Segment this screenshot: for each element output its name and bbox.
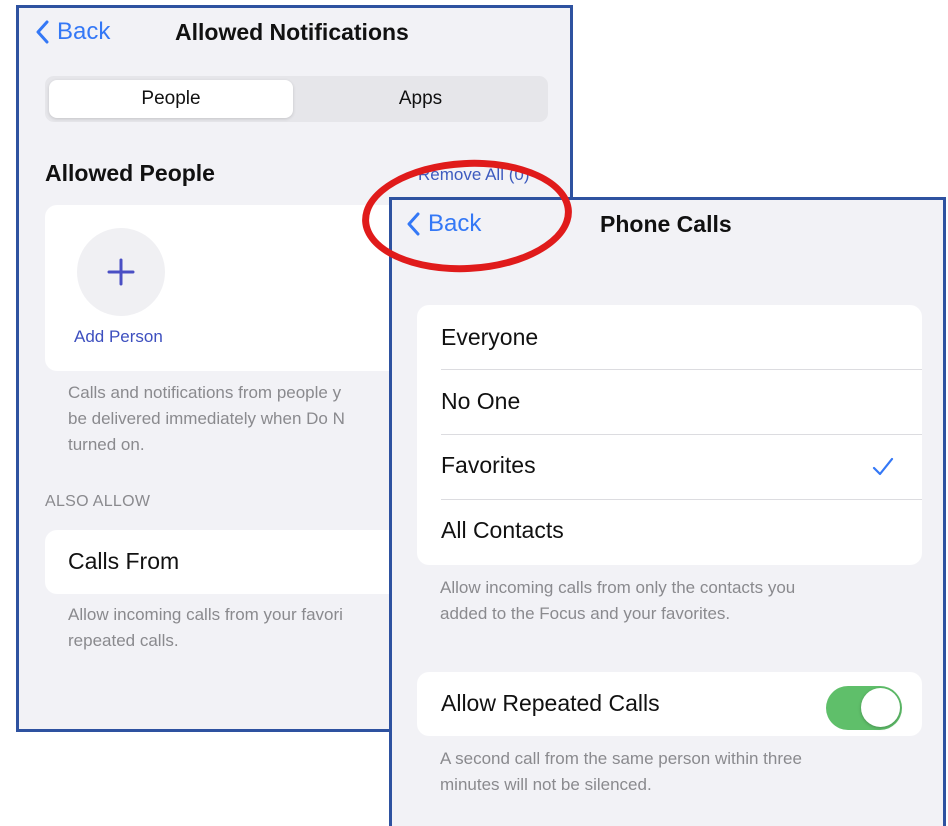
add-person-label: Add Person <box>74 327 163 346</box>
option-everyone[interactable]: Everyone <box>417 305 922 369</box>
chevron-left-icon <box>36 20 49 44</box>
options-description: Allow incoming calls from only the conta… <box>440 578 796 623</box>
option-all-contacts[interactable]: All Contacts <box>417 500 922 564</box>
remove-all-button[interactable]: Remove All (0) <box>418 165 529 185</box>
chevron-left-icon <box>407 212 420 236</box>
toggle-knob <box>861 688 900 727</box>
repeated-calls-description: A second call from the same person withi… <box>440 749 802 794</box>
allowed-people-heading: Allowed People <box>45 160 215 186</box>
call-options-list: Everyone No One Favorites All Contacts <box>417 305 922 565</box>
option-label: Favorites <box>441 452 536 478</box>
plus-icon <box>107 258 135 286</box>
add-person-button[interactable] <box>77 228 165 316</box>
back-button[interactable]: Back <box>406 210 481 238</box>
option-label: No One <box>441 388 521 414</box>
phone-calls-screen: Back Phone Calls Everyone No One Favorit… <box>389 197 946 826</box>
option-favorites[interactable]: Favorites <box>417 435 922 499</box>
repeated-calls-toggle[interactable] <box>826 686 902 730</box>
repeated-calls-label: Allow Repeated Calls <box>441 690 660 716</box>
page-title: Allowed Notifications <box>175 19 409 45</box>
tab-apps[interactable]: Apps <box>297 80 544 118</box>
option-label: Everyone <box>441 324 539 350</box>
back-label: Back <box>57 18 111 45</box>
option-no-one[interactable]: No One <box>417 370 922 434</box>
calls-from-label: Calls From <box>68 548 180 574</box>
segmented-control: People Apps <box>45 76 548 122</box>
tab-people[interactable]: People <box>49 80 293 118</box>
also-allow-header: ALSO ALLOW <box>45 493 151 510</box>
checkmark-icon <box>872 457 894 476</box>
back-button[interactable]: Back <box>35 18 110 46</box>
option-label: All Contacts <box>441 517 564 543</box>
back-label: Back <box>428 210 482 237</box>
page-title: Phone Calls <box>600 211 732 237</box>
